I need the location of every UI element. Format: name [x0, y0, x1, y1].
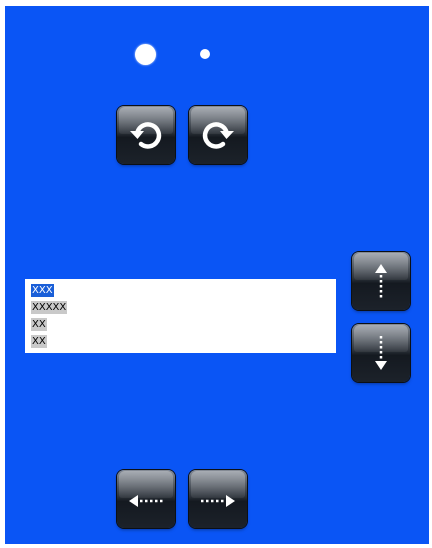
rotate-clockwise-icon — [202, 122, 234, 149]
move-left-button[interactable] — [117, 470, 175, 528]
list-item[interactable]: XXXXX — [31, 301, 68, 314]
arrow-up-dotted-icon — [375, 264, 387, 298]
list-item[interactable]: XX — [31, 335, 47, 348]
app-canvas: XXX XXXXX XX XX — [5, 6, 429, 544]
arrow-left-dotted-icon — [129, 495, 163, 507]
arrow-down-dotted-icon — [375, 336, 387, 370]
list-item[interactable]: XX — [31, 318, 47, 331]
page-indicator-dot — [200, 49, 210, 59]
move-right-button[interactable] — [189, 470, 247, 528]
rotate-right-button[interactable] — [189, 106, 247, 164]
page-indicator-dot-active — [135, 44, 156, 65]
list-item[interactable]: XXX — [31, 284, 54, 297]
rotate-left-button[interactable] — [117, 106, 175, 164]
move-down-button[interactable] — [352, 324, 410, 382]
move-up-button[interactable] — [352, 252, 410, 310]
item-list[interactable]: XXX XXXXX XX XX — [25, 279, 336, 353]
arrow-right-dotted-icon — [201, 495, 235, 507]
rotate-counterclockwise-icon — [130, 122, 162, 149]
